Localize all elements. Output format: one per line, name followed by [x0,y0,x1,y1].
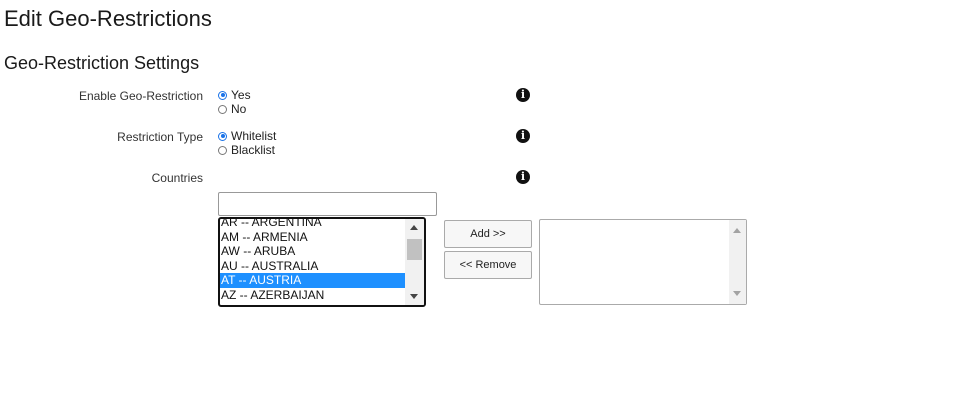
info-icon[interactable]: i [516,129,530,143]
enable-geo-restriction-radio-group: Yes No [218,88,251,116]
enable-no-radio[interactable] [218,104,227,114]
blacklist-option[interactable]: Blacklist [218,143,276,157]
enable-no-option[interactable]: No [218,102,251,116]
enable-yes-label[interactable]: Yes [231,88,251,102]
remove-country-button[interactable]: << Remove [444,251,532,279]
scroll-thumb[interactable] [407,239,422,260]
country-list-scrollbar[interactable] [405,219,424,305]
country-option[interactable]: AM -- ARMENIA [220,230,406,245]
page-title: Edit Geo-Restrictions [4,6,212,31]
add-country-button[interactable]: Add >> [444,220,532,248]
country-option-selected[interactable]: AT -- AUSTRIA [220,273,406,288]
country-option[interactable]: AW -- ARUBA [220,244,406,259]
info-icon[interactable]: i [516,170,530,184]
enable-no-label[interactable]: No [231,102,246,116]
chosen-list-scrollbar[interactable] [729,220,746,304]
scroll-up-arrow-icon[interactable] [410,225,418,230]
enable-yes-radio[interactable] [218,90,227,100]
blacklist-radio[interactable] [218,145,227,155]
scroll-up-arrow-icon[interactable] [733,228,741,233]
info-icon[interactable]: i [516,88,530,102]
chosen-countries-list[interactable] [539,219,747,305]
section-title: Geo-Restriction Settings [4,53,200,73]
restriction-type-label: Restriction Type [117,130,203,144]
whitelist-option[interactable]: Whitelist [218,129,276,143]
whitelist-label[interactable]: Whitelist [231,129,276,143]
enable-yes-option[interactable]: Yes [218,88,251,102]
country-option[interactable]: AU -- AUSTRALIA [220,259,406,274]
enable-geo-restriction-label: Enable Geo-Restriction [78,89,203,103]
scroll-down-arrow-icon[interactable] [410,294,418,299]
restriction-type-radio-group: Whitelist Blacklist [218,129,276,157]
country-items: AR -- ARGENTINA AM -- ARMENIA AW -- ARUB… [220,219,406,303]
whitelist-radio[interactable] [218,131,227,141]
available-countries-list[interactable]: AR -- ARGENTINA AM -- ARMENIA AW -- ARUB… [218,217,426,307]
country-search-input[interactable] [218,192,437,216]
blacklist-label[interactable]: Blacklist [231,143,275,157]
countries-label: Countries [151,171,203,185]
scroll-down-arrow-icon[interactable] [733,291,741,296]
country-option[interactable]: AR -- ARGENTINA [220,219,406,230]
country-option[interactable]: AZ -- AZERBAIJAN [220,288,406,303]
